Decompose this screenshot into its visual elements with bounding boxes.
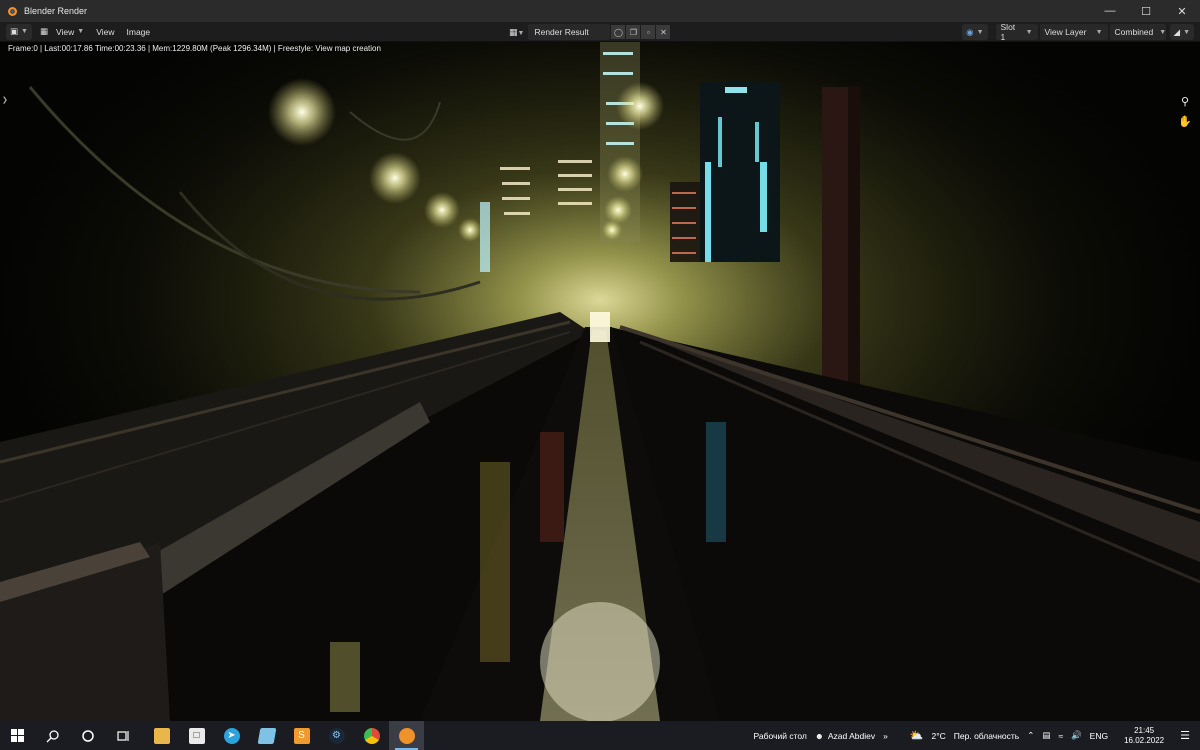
blender-logo-icon — [8, 7, 17, 16]
view-menu[interactable]: View — [92, 24, 118, 40]
system-tray: Рабочий стол ☻ Azad Abdiev » ⛅ 2°C Пер. … — [750, 721, 1200, 750]
desktop-toolbar-label[interactable]: Рабочий стол — [754, 731, 807, 741]
close-icon[interactable]: ✕ — [1164, 0, 1200, 22]
wifi-icon[interactable]: ≈ — [1058, 731, 1063, 741]
defender-icon[interactable]: ▤ — [1042, 730, 1050, 741]
clock[interactable]: 21:45 16.02.2022 — [1120, 726, 1168, 746]
view-layer-dropdown[interactable]: View Layer ▼ — [1039, 24, 1108, 40]
duplicate-image-icon[interactable]: ❐ — [626, 25, 641, 39]
image-menu-label: Image — [126, 26, 151, 37]
weather-cloud-icon[interactable]: ⛅ — [910, 729, 924, 742]
open-folder-icon[interactable]: ▫ — [641, 25, 656, 39]
file-explorer-icon[interactable] — [144, 721, 179, 750]
render-pass-dropdown[interactable]: Combined ▼ — [1109, 24, 1166, 40]
store-icon[interactable]: □ — [179, 721, 214, 750]
window-titlebar[interactable]: Blender Render — ☐ ✕ — [0, 0, 1200, 22]
clock-date: 16.02.2022 — [1124, 735, 1165, 745]
weather-description[interactable]: Пер. облачность — [954, 731, 1019, 741]
hand-pan-icon[interactable]: ✋ — [1178, 114, 1192, 128]
sublime-text-icon[interactable]: S — [284, 721, 319, 750]
color-channels-icon: ◉ — [966, 26, 974, 37]
sidebar-toggle-button[interactable]: ◢ ▼ — [1169, 24, 1194, 40]
show-hidden-icons-icon[interactable]: ⌃ — [1027, 730, 1034, 741]
render-pass-label: Combined — [1114, 27, 1154, 37]
image-editor-header: ▣ ▼ ▦ View ▼ View Image ▦▼ Render Result ◯… — [0, 22, 1200, 42]
window-title: Blender Render — [24, 6, 88, 16]
editor-type-button[interactable]: ▣ ▼ — [6, 23, 32, 40]
user-name[interactable]: Azad Abdiev — [828, 731, 875, 741]
fake-user-shield-icon[interactable]: ◯ — [611, 25, 626, 39]
search-icon[interactable] — [35, 721, 70, 750]
cortana-circle-icon[interactable] — [70, 721, 105, 750]
weather-temperature[interactable]: 2°C — [932, 731, 946, 741]
language-indicator[interactable]: ENG — [1090, 731, 1108, 741]
toolbar-chevron[interactable]: » — [883, 731, 888, 741]
task-view-icon[interactable] — [105, 721, 140, 750]
image-name-field[interactable]: Render Result — [528, 24, 611, 40]
notifications-icon[interactable]: ☰ — [1180, 729, 1190, 742]
slot-label: Slot 1 — [1000, 22, 1016, 42]
view-dropdown[interactable]: View ▼ — [52, 24, 88, 40]
app-cube-icon[interactable] — [249, 721, 284, 750]
image-editor-icon: ▣ — [10, 26, 19, 36]
image-browse-icon[interactable]: ▦▼ — [509, 27, 524, 38]
sidebar-arrow-icon: ◢ — [1173, 26, 1181, 37]
clock-time: 21:45 — [1134, 725, 1155, 735]
mode-button[interactable]: ▦ — [36, 24, 52, 40]
zoom-icon[interactable]: ⚲ — [1178, 94, 1192, 108]
windows-taskbar: □ ➤ S ⚙ Рабочий стол ☻ Azad Abdiev » ⛅ 2… — [0, 721, 1200, 750]
viewport-navigation: ⚲ ✋ — [1178, 94, 1192, 128]
telegram-icon[interactable]: ➤ — [214, 721, 249, 750]
blender-icon[interactable] — [389, 721, 424, 750]
unlink-image-icon[interactable]: ✕ — [656, 25, 671, 39]
user-avatar-icon: ☻ — [814, 730, 824, 741]
chrome-icon[interactable] — [354, 721, 389, 750]
steam-icon[interactable]: ⚙ — [319, 721, 354, 750]
render-info-text: Frame:0 | Last:00:17.86 Time:00:23.36 | … — [8, 44, 381, 53]
windows-start-icon[interactable] — [0, 721, 35, 750]
render-viewport[interactable]: ❯ ⚲ ✋ — [0, 42, 1200, 721]
view-dropdown-label: View — [56, 26, 75, 37]
slot-dropdown[interactable]: Slot 1 ▼ — [995, 22, 1038, 42]
view-menu-label: View — [96, 26, 115, 37]
view-layer-label: View Layer — [1044, 27, 1087, 37]
image-selector[interactable]: ▦▼ Render Result ◯ ❐ ▫ ✕ — [509, 24, 671, 40]
image-menu[interactable]: Image — [123, 24, 155, 40]
render-result-image — [0, 42, 1200, 721]
maximize-icon[interactable]: ☐ — [1128, 0, 1164, 22]
volume-icon[interactable]: 🔊 — [1071, 730, 1082, 741]
minimize-icon[interactable]: — — [1092, 0, 1128, 22]
image-mode-icon: ▦ — [39, 26, 48, 36]
display-channels-button[interactable]: ◉ ▼ — [962, 24, 988, 40]
toolbar-expand-arrow-icon[interactable]: ❯ — [2, 96, 8, 104]
